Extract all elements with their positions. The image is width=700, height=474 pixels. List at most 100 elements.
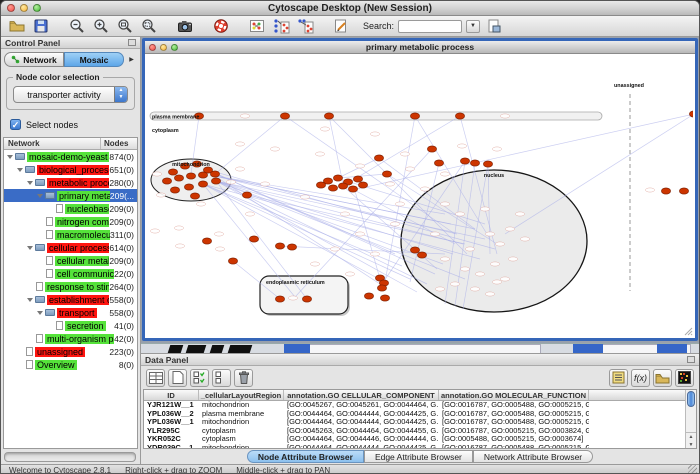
search-input[interactable]: [398, 20, 462, 33]
node[interactable]: [410, 247, 419, 253]
delete-attribute-button[interactable]: [234, 369, 253, 387]
node[interactable]: [302, 296, 311, 302]
background-windows-strip[interactable]: [141, 343, 699, 353]
region-nucleus[interactable]: [401, 170, 587, 312]
function-builder-button[interactable]: f(x): [631, 369, 650, 387]
node[interactable]: [198, 181, 207, 187]
node[interactable]: [186, 173, 195, 179]
expand-arrow-icon[interactable]: [37, 194, 43, 198]
import-attributes-button[interactable]: [653, 369, 672, 387]
node[interactable]: [338, 183, 347, 189]
table-row[interactable]: YJR121W__1mitochondrion[GO:0045267, GO:0…: [144, 401, 696, 410]
node[interactable]: [280, 113, 289, 119]
node[interactable]: [190, 193, 199, 199]
tree-row[interactable]: unassigned223(0): [4, 345, 137, 358]
tree-row[interactable]: metabolic process280(0): [4, 176, 137, 189]
node[interactable]: [374, 155, 383, 161]
more-tabs-button[interactable]: ▶: [126, 54, 137, 65]
node[interactable]: [417, 252, 426, 258]
node[interactable]: [358, 182, 367, 188]
expand-arrow-icon[interactable]: [37, 311, 43, 315]
layout-b-button[interactable]: [295, 17, 315, 35]
node[interactable]: [679, 188, 688, 194]
scrollbar-thumb[interactable]: [687, 391, 695, 407]
node[interactable]: [168, 169, 177, 175]
tree-row[interactable]: biological_process651(0): [4, 163, 137, 176]
network-canvas[interactable]: plasma membranecytoplasmmitochondrionnuc…: [145, 54, 695, 338]
attribute-table-button[interactable]: [146, 369, 165, 387]
node[interactable]: [275, 296, 284, 302]
node[interactable]: [382, 171, 391, 177]
tree-row[interactable]: cellular metabo209(0): [4, 254, 137, 267]
column-header[interactable]: ID: [144, 390, 199, 400]
node[interactable]: [198, 172, 207, 178]
node[interactable]: [249, 236, 258, 242]
zoom-selected-button[interactable]: [139, 17, 159, 35]
zoom-out-button[interactable]: [67, 17, 87, 35]
node[interactable]: [210, 171, 219, 177]
tree-row[interactable]: establishment of lo558(0): [4, 293, 137, 306]
node[interactable]: [324, 113, 333, 119]
table-row[interactable]: YLR295Ccytoplasm[GO:0045263, GO:0044464,…: [144, 427, 696, 436]
node[interactable]: [184, 184, 193, 190]
node[interactable]: [434, 160, 443, 166]
column-header[interactable]: annotation.GO CELLULAR_COMPONENT: [284, 390, 439, 400]
node[interactable]: [380, 295, 389, 301]
tree-row[interactable]: nitrogen compo209(0): [4, 215, 137, 228]
node[interactable]: [174, 175, 183, 181]
network-graph[interactable]: plasma membranecytoplasmmitochondrionnuc…: [145, 54, 693, 337]
node[interactable]: [287, 244, 296, 250]
column-header[interactable]: _cellularLayoutRegion: [199, 390, 284, 400]
save-session-button[interactable]: [31, 17, 51, 35]
node[interactable]: [242, 192, 251, 198]
tab-network-attribute-browser[interactable]: Network Attribute Browser: [473, 450, 593, 463]
tree-row[interactable]: primary metabo209(...: [4, 189, 137, 202]
node[interactable]: [202, 238, 211, 244]
network-overview-button[interactable]: [247, 17, 267, 35]
tab-network[interactable]: Network: [4, 52, 64, 67]
help-button[interactable]: [211, 17, 231, 35]
expand-arrow-icon[interactable]: [27, 246, 33, 250]
node[interactable]: [455, 113, 464, 119]
unselect-attributes-button[interactable]: [212, 369, 231, 387]
node[interactable]: [275, 243, 284, 249]
zoom-in-button[interactable]: [91, 17, 111, 35]
select-attributes-button[interactable]: [190, 369, 209, 387]
node[interactable]: [211, 178, 220, 184]
tab-mosaic[interactable]: Mosaic: [64, 52, 124, 67]
node[interactable]: [410, 113, 419, 119]
tree-column-nodes[interactable]: Nodes: [101, 138, 137, 149]
table-row[interactable]: YPL036W__2plasma membrane[GO:0044464, GO…: [144, 410, 696, 419]
tree-row[interactable]: macromolecule311(0): [4, 228, 137, 241]
resize-grip-icon[interactable]: [688, 465, 697, 474]
tree-row[interactable]: multi-organism pro42(0): [4, 332, 137, 345]
search-config-button[interactable]: [484, 17, 504, 35]
attribute-matrix-button[interactable]: [675, 369, 694, 387]
tree-column-network[interactable]: Network: [4, 138, 101, 149]
node[interactable]: [427, 146, 436, 152]
snapshot-button[interactable]: [175, 17, 195, 35]
tree-row[interactable]: nucleobase-209(0): [4, 202, 137, 215]
node[interactable]: [348, 186, 357, 192]
node[interactable]: [328, 185, 337, 191]
node[interactable]: [333, 175, 342, 181]
node[interactable]: [364, 293, 373, 299]
table-scrollbar[interactable]: ▲▼: [685, 390, 696, 448]
node[interactable]: [689, 111, 693, 117]
node[interactable]: [377, 285, 386, 291]
node[interactable]: [162, 178, 171, 184]
node[interactable]: [316, 182, 325, 188]
scrollbar-arrows[interactable]: ▲▼: [686, 432, 696, 448]
expand-arrow-icon[interactable]: [27, 181, 33, 185]
node[interactable]: [483, 161, 492, 167]
node[interactable]: [470, 160, 479, 166]
tree-row[interactable]: response to stimulu264(0): [4, 280, 137, 293]
tree-row[interactable]: cell communicat22(0): [4, 267, 137, 280]
expand-arrow-icon[interactable]: [17, 168, 23, 172]
new-attribute-button[interactable]: [168, 369, 187, 387]
tab-node-attribute-browser[interactable]: Node Attribute Browser: [247, 450, 364, 463]
layout-a-button[interactable]: [271, 17, 291, 35]
canvas-resize-grip[interactable]: [691, 334, 692, 335]
node[interactable]: [228, 258, 237, 264]
select-nodes-checkbox[interactable]: ✓: [10, 119, 21, 130]
